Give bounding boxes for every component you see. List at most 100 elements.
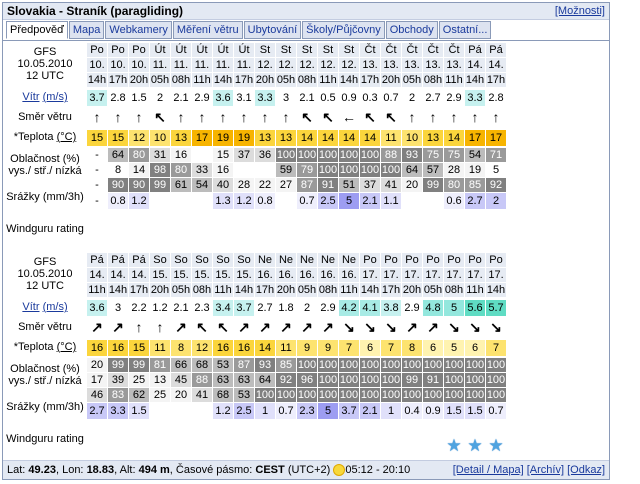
model-date: 10.05.2010 xyxy=(17,58,73,70)
date-row-cell: 16. xyxy=(276,268,296,282)
wind-row-cell: 2.3 xyxy=(192,300,212,316)
cloud-high-row-cell: 37 xyxy=(234,148,254,162)
date-row-cell: 11. xyxy=(192,58,212,72)
day-row-cell: Čt xyxy=(381,43,401,57)
wind-label[interactable]: Vítr (m/s) xyxy=(3,91,87,103)
date-row-cell: 17. xyxy=(381,268,401,282)
wind-dir-row-cell: ↑ xyxy=(429,109,437,125)
date-row: 10. 10. 10. 11. 11. 11. 11. 11. 12. 12. 12. 12. 12. 1… xyxy=(87,58,507,74)
day-row-cell: So xyxy=(171,253,191,267)
cloud-low-row-cell: 40 xyxy=(213,178,233,192)
cloud-low-row-cell: 99 xyxy=(150,178,170,192)
rain-row-cell: 1.3 xyxy=(213,193,233,209)
wind-row-cell: 3.8 xyxy=(381,300,401,316)
date-row-cell: 13. xyxy=(402,58,422,72)
cloud-low-row-cell: 91 xyxy=(318,178,338,192)
latitude: 49.23 xyxy=(28,464,56,476)
wind-dir-row-cell: ↗ xyxy=(238,319,250,335)
wind-row-cell: 2.9 xyxy=(318,300,338,316)
cloud-low-row-cell: 46 xyxy=(87,388,107,402)
tab-ubytovani[interactable]: Ubytování xyxy=(243,21,302,39)
temp-row-cell: 12 xyxy=(192,340,212,356)
cloud-mid-row-cell: 96 xyxy=(297,373,317,387)
wind-dir-row-cell: ↖ xyxy=(301,109,313,125)
wind-dir-row-cell: ↖ xyxy=(196,319,208,335)
day-row-cell: Ne xyxy=(339,253,359,267)
cloud-high-row-cell: 100 xyxy=(381,358,401,372)
footer-location: Lat: 49.23, Lon: 18.83, Alt: 494 m, Časo… xyxy=(7,464,411,476)
wind-dir-row-cell: ↗ xyxy=(322,319,334,335)
detail-mapa-link[interactable]: [Detail / Mapa] xyxy=(453,464,524,476)
wind-dir-row-cell: ↘ xyxy=(364,319,376,335)
temp-row-cell: 10 xyxy=(150,130,170,146)
tab-mapa[interactable]: Mapa xyxy=(68,21,105,39)
tab-mereni-vetru[interactable]: Měření větru xyxy=(172,21,243,39)
rating-empty-cell xyxy=(402,437,422,455)
wind-dir-row-cell: ↑ xyxy=(198,109,206,125)
tab-skoly[interactable]: Školy/Půjčovny xyxy=(302,21,385,39)
model-utc: 12 UTC xyxy=(26,280,64,292)
cloud-high-row-cell: 99 xyxy=(108,358,128,372)
rating-empty-cell xyxy=(276,437,296,455)
cloud-low-row-cell: 100 xyxy=(486,388,506,402)
temp-row-cell: 15 xyxy=(87,130,107,146)
date-row-cell: 13. xyxy=(360,58,380,72)
altitude: 494 m xyxy=(138,464,170,476)
cloud-high-row-cell: 100 xyxy=(297,148,317,162)
cloud-mid-row-cell: 80 xyxy=(171,163,191,177)
cloud-mid-row-cell: 28 xyxy=(444,163,464,177)
wind-row-cell: 2.9 xyxy=(444,90,464,106)
moznosti-link[interactable]: [Možnosti] xyxy=(555,5,605,17)
temp-row-cell: 19 xyxy=(213,130,233,146)
odkaz-link[interactable]: [Odkaz] xyxy=(567,464,605,476)
cloud-mid-row-cell: 63 xyxy=(213,373,233,387)
rain-row-cell: 5 xyxy=(318,403,338,419)
cloud-low-row-cell: 28 xyxy=(234,178,254,192)
date-row-cell: 11. xyxy=(150,58,170,72)
rating-empty-cell xyxy=(276,227,296,245)
spot-title: Slovakia - Straník (paragliding) xyxy=(7,4,184,18)
date-row-cell: 17. xyxy=(444,268,464,282)
wind-dir-row-cell: ↖ xyxy=(154,109,166,125)
rating-empty-cell xyxy=(465,227,485,245)
wind-dir-row-cell: ↖ xyxy=(385,109,397,125)
day-row-cell: Ne xyxy=(297,253,317,267)
rating-empty-cell xyxy=(129,437,149,455)
time-row-cell: 08h xyxy=(444,283,464,297)
day-row-cell: Út xyxy=(171,43,191,57)
rain-row-cell: 2.1 xyxy=(360,193,380,209)
cloud-mid-row-cell: 100 xyxy=(486,373,506,387)
time-row-cell: 14h xyxy=(87,73,107,87)
tab-predpoved[interactable]: Předpověď xyxy=(6,21,68,39)
cloud-high-row-cell: 100 xyxy=(465,358,485,372)
time-row-cell: 08h xyxy=(318,283,338,297)
cloud-low-row-cell: 22 xyxy=(255,178,275,192)
time-row-cell: 08h xyxy=(423,73,443,87)
cloud-high-row-cell: 93 xyxy=(255,358,275,372)
cloud-low-row-cell: 61 xyxy=(171,178,191,192)
tab-webkamery[interactable]: Webkamery xyxy=(105,21,172,39)
tab-ostatni[interactable]: Ostatní... xyxy=(438,21,492,39)
temp-row-cell: 17 xyxy=(465,130,485,146)
date-row-cell: 17. xyxy=(423,268,443,282)
archiv-link[interactable]: [Archív] xyxy=(527,464,564,476)
cloud-mid-row-cell: 100 xyxy=(444,373,464,387)
tab-obchody[interactable]: Obchody xyxy=(385,21,438,39)
cloud-low-row-cell: 20 xyxy=(402,178,422,192)
cloud-mid-row-cell: 92 xyxy=(276,373,296,387)
time-row-cell: 14h xyxy=(360,283,380,297)
temp-row-cell: 5 xyxy=(444,340,464,356)
cloud-mid-row-cell: 91 xyxy=(423,373,443,387)
wind-dir-row-cell: ↘ xyxy=(490,319,502,335)
time-row-cell: 14h xyxy=(339,73,359,87)
wind-label[interactable]: Vítr (m/s) xyxy=(3,301,87,313)
time-row-cell: 20h xyxy=(276,283,296,297)
cloud-high-row-cell: 15 xyxy=(213,148,233,162)
temp-row-cell: 17 xyxy=(192,130,212,146)
rating-empty-cell xyxy=(234,227,254,245)
wind-row-cell: 1.8 xyxy=(276,300,296,316)
sun-icon xyxy=(334,465,345,476)
cloud-low-row-cell: 51 xyxy=(339,178,359,192)
wind-dir-row-cell: ← xyxy=(342,109,356,125)
cloud-low-row-cell: 90 xyxy=(129,178,149,192)
